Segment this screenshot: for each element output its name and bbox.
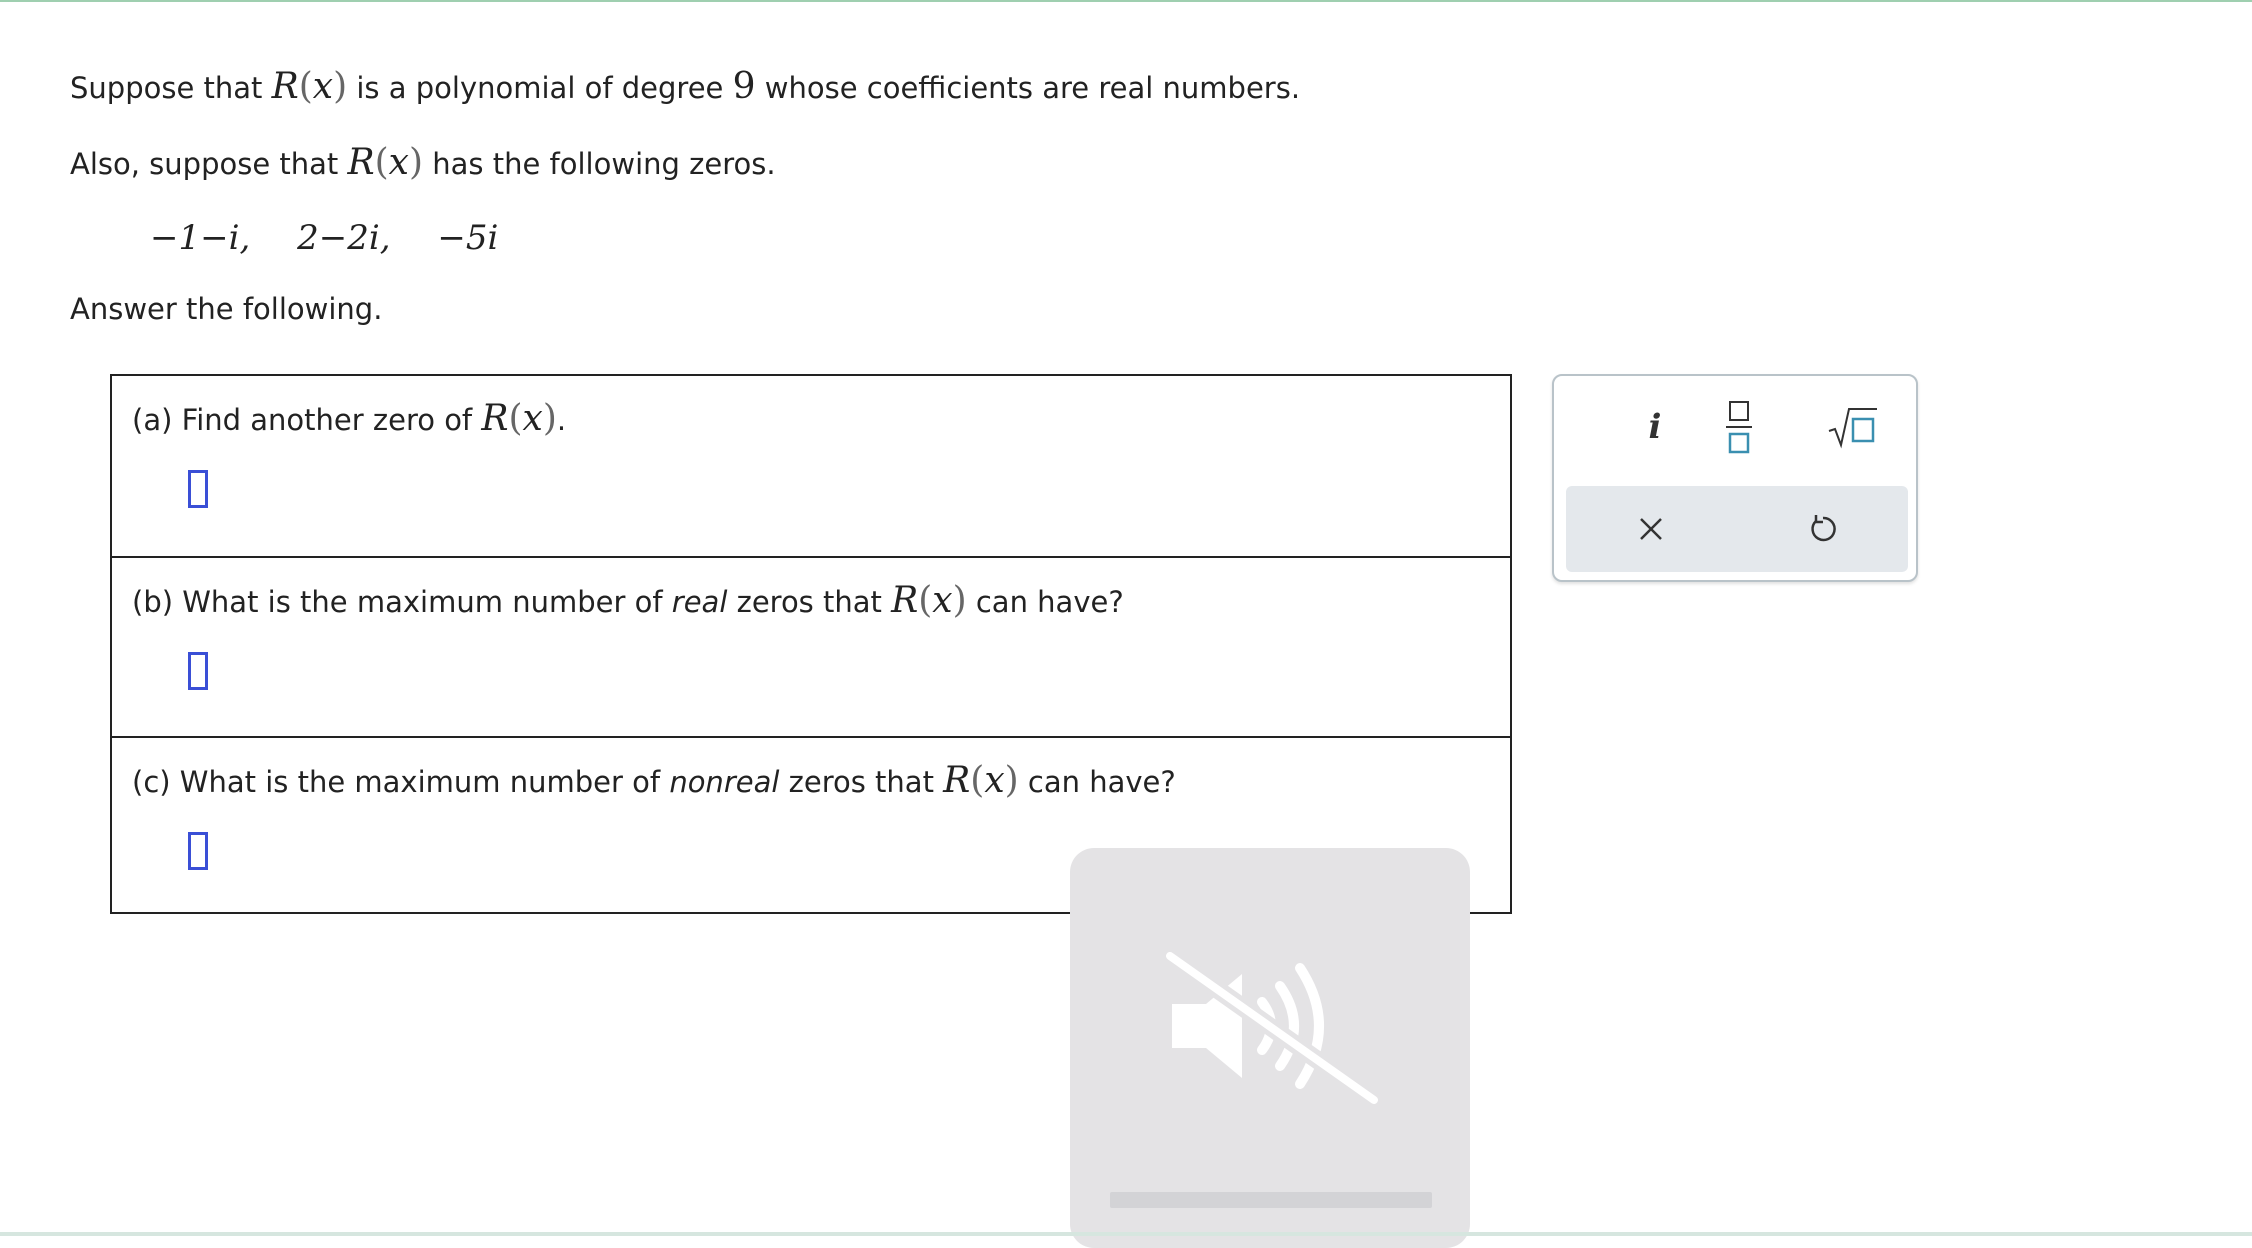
emphasis-text: real (671, 585, 728, 619)
emphasis-text: nonreal (669, 765, 780, 799)
function-name: R (481, 398, 509, 439)
math-palette: i (1552, 374, 1918, 582)
answer-input-c[interactable] (188, 832, 208, 870)
degree-value: 9 (732, 66, 756, 107)
paren-close: ) (1004, 760, 1019, 801)
paren-open: ( (508, 398, 523, 439)
zero-value: −5i (437, 218, 499, 258)
question-b-text: (b) What is the maximum number of real z… (132, 580, 1124, 621)
question-text: (c) What is the maximum number of (132, 765, 670, 799)
question-text: zeros that (727, 585, 892, 619)
answer-input-a[interactable] (188, 470, 208, 508)
zero-value: 2−2i, (297, 218, 391, 258)
function-name: R (347, 142, 375, 183)
paren-close: ) (408, 142, 424, 183)
undo-button[interactable] (1788, 494, 1858, 564)
bottom-border (0, 1232, 2252, 1236)
zeros-list: −1−i, 2−2i, −5i (150, 218, 534, 258)
sqrt-button[interactable] (1818, 392, 1888, 462)
function-arg: x (984, 760, 1005, 801)
question-text: . (556, 403, 567, 437)
function-name: R (271, 66, 299, 107)
problem-line-1: Suppose that R(x) is a polynomial of deg… (70, 66, 1300, 107)
close-icon (1640, 518, 1662, 540)
undo-icon (1811, 515, 1836, 542)
paren-open: ( (970, 760, 985, 801)
imaginary-i-button[interactable]: i (1620, 392, 1690, 462)
audio-progress-bar (1110, 1192, 1432, 1208)
problem-text: Also, suppose that (70, 147, 348, 181)
question-text: (a) Find another zero of (132, 403, 482, 437)
question-row-a: (a) Find another zero of R(x). (112, 376, 1510, 556)
question-a-text: (a) Find another zero of R(x). (132, 398, 566, 439)
paren-open: ( (298, 66, 313, 107)
question-text: (b) What is the maximum number of (132, 585, 672, 619)
problem-line-2: Also, suppose that R(x) has the followin… (70, 142, 776, 183)
function-name: R (891, 580, 919, 621)
problem-text: Suppose that (70, 71, 272, 105)
paren-open: ( (918, 580, 933, 621)
question-text: can have? (1018, 765, 1176, 799)
zero-value: −1−i, (150, 218, 251, 258)
answer-input-b[interactable] (188, 652, 208, 690)
paren-close: ) (542, 398, 557, 439)
problem-text: whose coefficients are real numbers. (755, 71, 1301, 105)
audio-overlay (1070, 848, 1470, 1248)
function-arg: x (388, 142, 409, 183)
clear-button[interactable] (1616, 494, 1686, 564)
paren-open: ( (374, 142, 389, 183)
function-arg: x (522, 398, 543, 439)
fraction-icon (1726, 401, 1752, 454)
question-text: zeros that (779, 765, 944, 799)
muted-speaker-icon (1164, 948, 1380, 1106)
sqrt-icon (1828, 408, 1877, 449)
question-text: can have? (966, 585, 1124, 619)
question-table: (a) Find another zero of R(x). (b) What … (110, 374, 1512, 914)
question-c-text: (c) What is the maximum number of nonrea… (132, 760, 1176, 801)
problem-text: has the following zeros. (423, 147, 776, 181)
function-arg: x (312, 66, 334, 107)
question-row-b: (b) What is the maximum number of real z… (112, 556, 1510, 736)
function-name: R (943, 760, 971, 801)
imaginary-i-icon: i (1648, 407, 1662, 447)
top-border (0, 0, 2252, 2)
instruction: Answer the following. (70, 292, 383, 326)
problem-text: is a polynomial of degree (347, 71, 733, 105)
paren-close: ) (952, 580, 967, 621)
paren-close: ) (333, 66, 348, 107)
fraction-button[interactable] (1704, 392, 1774, 462)
palette-action-bar (1566, 486, 1908, 572)
function-arg: x (932, 580, 953, 621)
